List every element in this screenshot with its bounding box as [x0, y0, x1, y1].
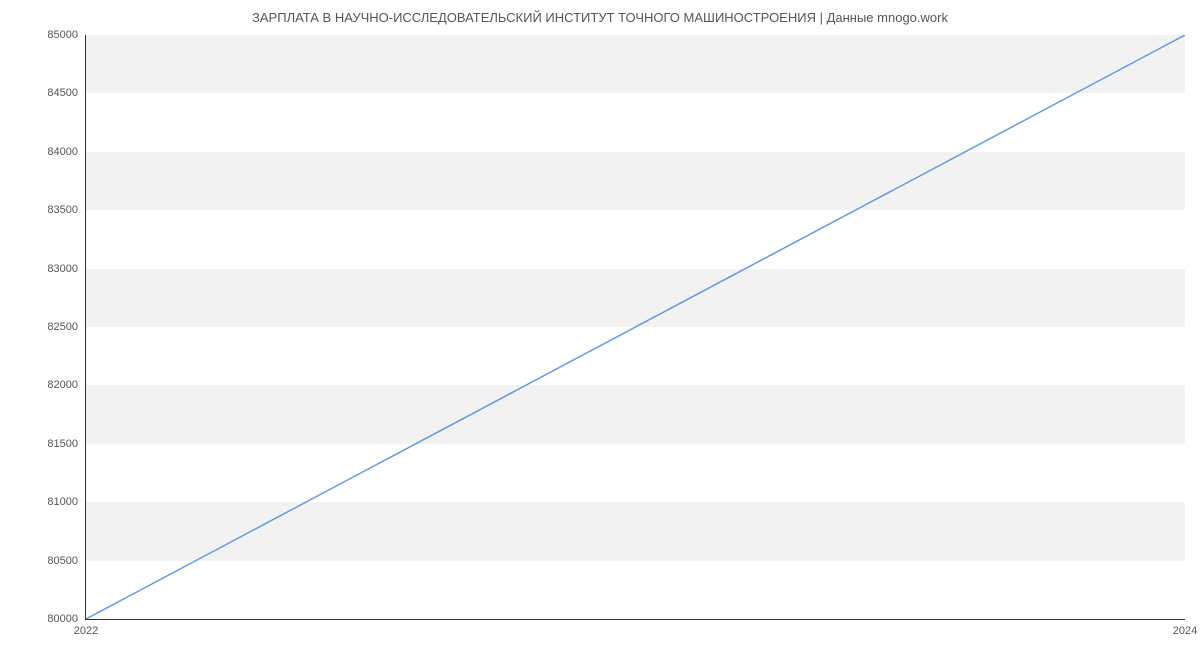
chart-title: ЗАРПЛАТА В НАУЧНО-ИССЛЕДОВАТЕЛЬСКИЙ ИНСТ…	[0, 0, 1200, 33]
plot-area: 8000080500810008150082000825008300083500…	[85, 35, 1185, 620]
x-tick-label: 2024	[1173, 625, 1197, 637]
y-tick-label: 84000	[47, 146, 78, 158]
grid-band	[86, 269, 1185, 327]
y-tick-label: 84500	[47, 87, 78, 99]
y-tick-label: 81000	[47, 496, 78, 508]
grid-band	[86, 385, 1185, 443]
y-tick-label: 82000	[47, 379, 78, 391]
y-tick-label: 80500	[47, 555, 78, 567]
y-tick-label: 83000	[47, 263, 78, 275]
y-tick-label: 83500	[47, 204, 78, 216]
chart-container: ЗАРПЛАТА В НАУЧНО-ИССЛЕДОВАТЕЛЬСКИЙ ИНСТ…	[0, 0, 1200, 650]
y-tick-label: 81500	[47, 438, 78, 450]
y-tick-label: 82500	[47, 321, 78, 333]
grid-band	[86, 35, 1185, 93]
grid-band	[86, 502, 1185, 560]
grid-band	[86, 152, 1185, 210]
x-tick-label: 2022	[74, 625, 98, 637]
y-tick-label: 85000	[47, 29, 78, 41]
y-tick-label: 80000	[47, 613, 78, 625]
